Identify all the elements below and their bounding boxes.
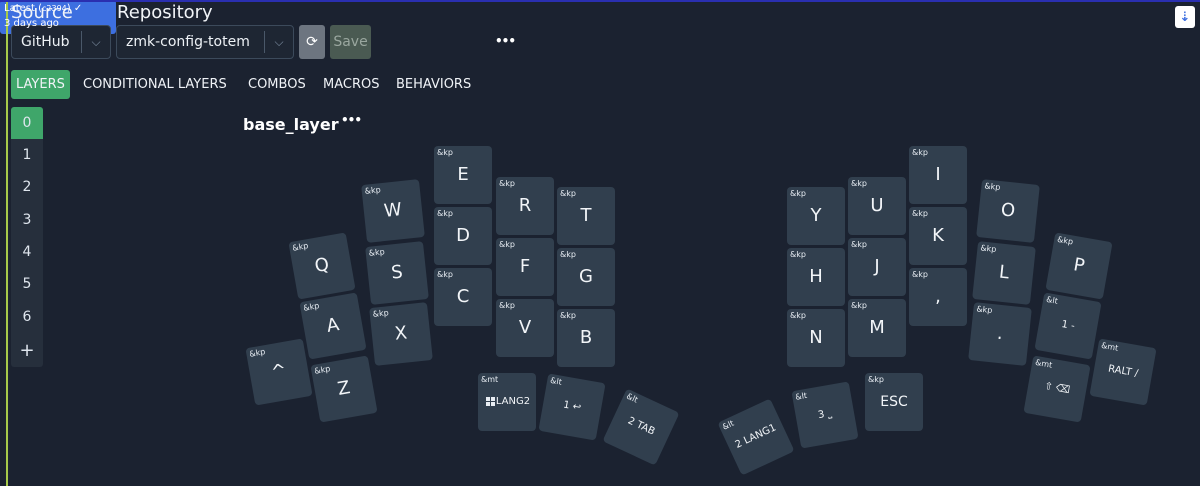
chevron-down-icon: ⌵ [274,34,284,49]
add-layer-button[interactable]: + [11,334,43,366]
key-layer-2-tab[interactable]: &lt 2 TAB [602,388,680,466]
key-h[interactable]: &kp H [787,248,845,306]
key-u[interactable]: &kp U [848,177,906,235]
key-t[interactable]: &kp T [557,187,615,245]
key-period[interactable]: &kp. [968,302,1032,366]
key-j[interactable]: &kp J [848,238,906,296]
key-layer-2-lang1[interactable]: &lt 2 LANG1 [717,398,795,476]
key-f[interactable]: &kp F [496,238,554,296]
commit-hash: c2394 [41,4,67,13]
key-esc[interactable]: &kp ESC [865,373,923,431]
check-icon: ✓ [73,3,83,14]
key-y[interactable]: &kp Y [787,187,845,245]
key-d[interactable]: &kp D [434,207,492,265]
tab-conditional-layers[interactable]: CONDITIONAL LAYERS [83,70,227,99]
key-ralt-slash[interactable]: &mt RALT / [1089,338,1157,406]
key-shift-backspace[interactable]: &mt ⇧ ⌫ [1023,355,1091,423]
key-o[interactable]: &kp O [976,179,1040,243]
key-g[interactable]: &kp G [557,248,615,306]
layer-item-6[interactable]: 6 [11,301,43,333]
refresh-icon: ⟳ [306,34,318,50]
download-firmware-button[interactable]: ⇣ [1175,6,1195,28]
key-k[interactable]: &kp K [909,207,967,265]
key-layer-1-minus[interactable]: &lt 1 - [1034,292,1102,360]
key-c[interactable]: &kp C [434,268,492,326]
repository-select[interactable]: zmk-config-totem ⌵ [116,25,294,59]
layer-item-4[interactable]: 4 [11,236,43,268]
repository-select-value: zmk-config-totem [126,34,250,50]
layer-item-5[interactable]: 5 [11,268,43,300]
layer-list: 0 1 2 3 4 5 6 + [11,107,43,367]
more-options-icon[interactable]: ••• [495,31,516,51]
layer-more-options-icon[interactable]: ••• [341,113,362,127]
latest-commit-time: 3 days ago [4,18,59,29]
key-b[interactable]: &kp B [557,309,615,367]
key-caret[interactable]: &kp ^ [245,338,313,406]
key-a[interactable]: &kp A [299,292,367,360]
key-n[interactable]: &kp N [787,309,845,367]
layer-item-3[interactable]: 3 [11,204,43,236]
layer-title: base_layer [243,115,339,134]
key-w[interactable]: &kp W [361,179,425,243]
layer-item-2[interactable]: 2 [11,171,43,203]
tab-combos[interactable]: COMBOS [248,70,306,99]
source-select[interactable]: GitHub ⌵ [11,25,111,59]
tab-behaviors[interactable]: BEHAVIORS [396,70,471,99]
chevron-down-icon: ⌵ [91,34,101,49]
key-l[interactable]: &kp L [972,241,1036,305]
source-select-value: GitHub [21,34,70,50]
key-comma[interactable]: &kp, [909,268,967,326]
key-gui-lang2[interactable]: &mt LANG2 [478,373,536,431]
latest-commit-text: Latest (c2394) ✓ [4,3,83,14]
layer-item-1[interactable]: 1 [11,139,43,171]
key-i[interactable]: &kp I [909,146,967,204]
key-q[interactable]: &kp Q [288,232,356,300]
key-v[interactable]: &kp V [496,299,554,357]
key-p[interactable]: &kp P [1045,232,1113,300]
key-x[interactable]: &kp X [369,302,433,366]
tab-layers[interactable]: LAYERS [11,70,70,99]
save-button[interactable]: Save [330,25,371,59]
key-z[interactable]: &kp Z [310,355,378,423]
key-s[interactable]: &kp S [365,241,429,305]
download-icon: ⇣ [1179,9,1191,25]
key-e[interactable]: &kp E [434,146,492,204]
repository-label: Repository [117,2,213,23]
key-layer-3-space[interactable]: &lt 3 ⎵ [791,381,859,449]
key-r[interactable]: &kp R [496,177,554,235]
key-m[interactable]: &kp M [848,299,906,357]
window-left-border [6,2,8,486]
layer-item-0[interactable]: 0 [11,107,43,139]
tab-macros[interactable]: MACROS [323,70,379,99]
key-layer-1-enter[interactable]: &lt 1 ↩ [538,373,606,441]
reload-button[interactable]: ⟳ [299,25,325,59]
